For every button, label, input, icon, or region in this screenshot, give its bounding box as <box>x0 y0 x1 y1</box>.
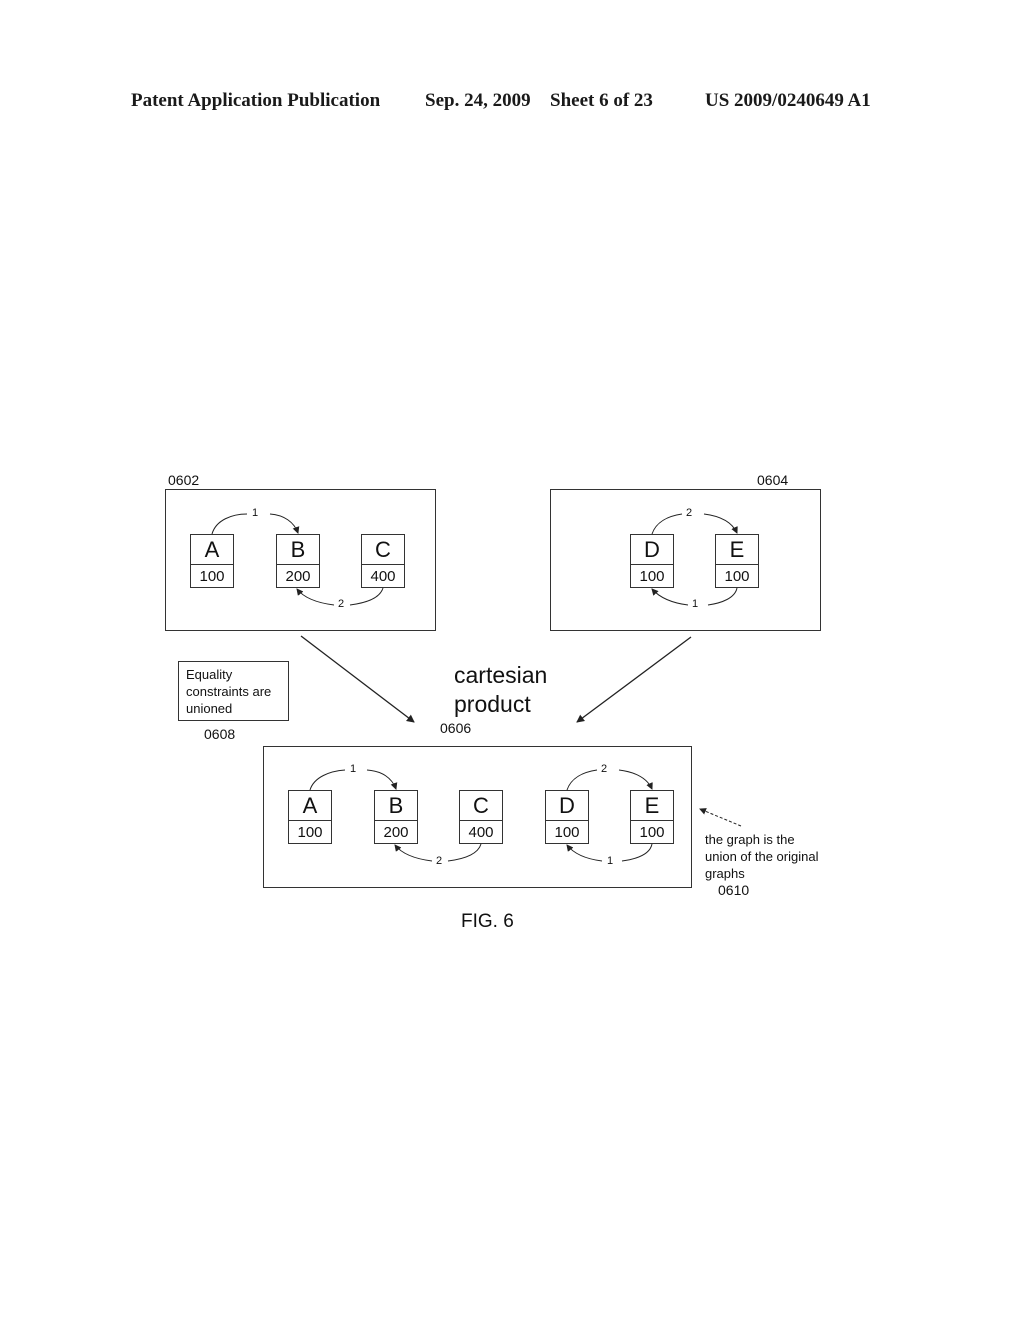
node-a-0602: A 100 <box>190 534 234 588</box>
note-line: Equality <box>186 667 233 682</box>
ref-0602: 0602 <box>168 472 200 488</box>
node-label: C <box>362 535 404 565</box>
node-label: E <box>631 791 673 821</box>
note-line: graphs <box>705 866 745 881</box>
node-label: A <box>191 535 233 565</box>
ref-0604: 0604 <box>757 472 789 488</box>
node-label: C <box>460 791 502 821</box>
edge-label-d-e: 2 <box>601 763 608 775</box>
note-union-graph: the graph is the union of the original g… <box>705 831 818 882</box>
node-value: 400 <box>468 824 494 841</box>
node-value: 100 <box>639 568 665 585</box>
node-label: A <box>289 791 331 821</box>
edge-label-c-b: 2 <box>436 855 443 867</box>
node-value: 100 <box>639 824 665 841</box>
node-d-0606: D 100 <box>545 790 589 844</box>
ref-0608: 0608 <box>204 726 236 742</box>
edge-label-e-d: 1 <box>692 598 699 610</box>
node-label: B <box>375 791 417 821</box>
node-value: 400 <box>370 568 396 585</box>
node-b-0606: B 200 <box>374 790 418 844</box>
node-e-0606: E 100 <box>630 790 674 844</box>
product-arrow-right <box>576 636 692 723</box>
figure-caption: FIG. 6 <box>461 911 514 932</box>
publication-title: Patent Application Publication <box>131 90 381 111</box>
publication-date: Sep. 24, 2009 <box>425 90 531 111</box>
ref-0610: 0610 <box>718 882 750 898</box>
note-equality-constraints: Equality constraints are unioned <box>178 661 289 721</box>
node-label: D <box>631 535 673 565</box>
edge-label-c-b: 2 <box>338 598 345 610</box>
node-d-0604: D 100 <box>630 534 674 588</box>
node-value: 200 <box>285 568 311 585</box>
note-line: unioned <box>186 701 233 716</box>
note-line: union of the original <box>705 849 819 864</box>
edge-label-e-d: 1 <box>607 855 614 867</box>
node-value: 200 <box>383 824 409 841</box>
node-value: 100 <box>199 568 225 585</box>
connectors-layer <box>211 513 742 862</box>
node-label: B <box>277 535 319 565</box>
node-c-0606: C 400 <box>459 790 503 844</box>
note-pointer-arrow <box>699 808 742 827</box>
node-label: E <box>716 535 758 565</box>
node-e-0604: E 100 <box>715 534 759 588</box>
product-arrow-left <box>300 635 415 723</box>
edge-label-a-b: 1 <box>350 763 357 775</box>
note-line: the graph is the <box>705 832 795 847</box>
operation-line-1: cartesian <box>454 662 548 688</box>
node-a-0606: A 100 <box>288 790 332 844</box>
operation-line-2: product <box>454 691 531 717</box>
sheet-number: Sheet 6 of 23 <box>550 90 653 111</box>
node-value: 100 <box>297 824 323 841</box>
edge-label-d-e: 2 <box>686 507 693 519</box>
node-label: D <box>546 791 588 821</box>
ref-0606: 0606 <box>440 720 472 736</box>
note-line: constraints are <box>186 684 272 699</box>
node-value: 100 <box>554 824 580 841</box>
node-b-0602: B 200 <box>276 534 320 588</box>
patent-number: US 2009/0240649 A1 <box>705 90 871 111</box>
edge-label-a-b: 1 <box>252 507 259 519</box>
node-value: 100 <box>724 568 750 585</box>
node-c-0602: C 400 <box>361 534 405 588</box>
